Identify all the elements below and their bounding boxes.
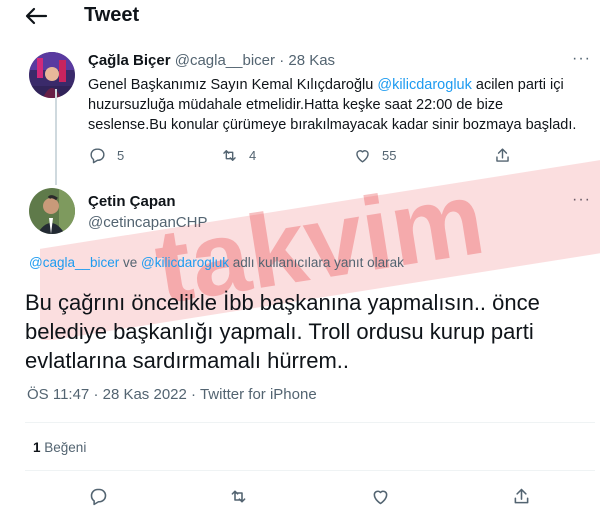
parent-text-line1-prefix: Genel Başkanımız Sayın Kemal Kılıçdaroğl…	[88, 77, 378, 93]
parent-tweet-text: Genel Başkanımız Sayın Kemal Kılıçdaroğl…	[88, 75, 603, 135]
tweet-meta-separator-2: ·	[191, 386, 197, 403]
parent-reply-button[interactable]: 5	[88, 146, 124, 165]
parent-retweet-button[interactable]: 4	[220, 146, 256, 165]
like-stat[interactable]: 1 Beğeni	[33, 440, 86, 455]
share-icon	[496, 148, 509, 162]
divider-1	[25, 422, 595, 423]
heart-icon	[373, 490, 388, 505]
reply-to-ve: ve	[119, 255, 142, 270]
back-arrow-icon[interactable]	[22, 5, 50, 27]
divider-2	[25, 470, 595, 471]
parent-more-icon[interactable]: ···	[572, 50, 591, 68]
main-author-handle[interactable]: @cetincapanCHP	[88, 214, 207, 231]
parent-text-line1-suffix: acilen parti içi	[471, 77, 564, 93]
parent-text-line3: seslense.Bu konular çürümeye bırakılmaya…	[88, 117, 577, 133]
reply-to-mention-kilicdarogluk[interactable]: @kilicdarogluk	[141, 255, 229, 270]
parent-like-button[interactable]: 55	[353, 146, 396, 165]
main-tweet-text: Bu çağrını öncelikle İbb başkanına yapma…	[25, 288, 595, 375]
heart-icon	[356, 150, 369, 163]
parent-share-button[interactable]	[493, 146, 512, 165]
main-more-icon[interactable]: ···	[572, 191, 591, 209]
tweet-meta-separator-1: ·	[93, 386, 99, 403]
tweet-meta: ÖS 11:47 · 28 Kas 2022 · Twitter for iPh…	[27, 386, 317, 403]
parent-retweet-count: 4	[249, 148, 257, 163]
parent-author-handle[interactable]: @cagla__bicer	[175, 52, 275, 69]
parent-separator: ·	[279, 52, 285, 69]
main-text-line2: belediye başkanlığı yapmalı. Troll ordus…	[25, 319, 534, 344]
retweet-icon	[231, 490, 246, 503]
main-tweet-avatar[interactable]	[29, 188, 75, 234]
reply-icon	[90, 488, 107, 506]
main-share-button[interactable]	[511, 486, 532, 507]
parent-author-name[interactable]: Çağla Biçer	[88, 52, 171, 69]
thread-connector-line	[55, 89, 57, 185]
retweet-icon	[223, 150, 236, 161]
main-text-line3: evlatlarına sardırmamalı hürrem..	[25, 348, 349, 373]
parent-tweet-avatar[interactable]	[29, 52, 75, 98]
parent-text-line2: huzursuzluğa müdahale etmelidir.Hatta ke…	[88, 97, 504, 113]
like-stat-count: 1	[33, 440, 41, 455]
tweet-time[interactable]: ÖS 11:47	[27, 386, 89, 403]
main-like-button[interactable]	[370, 486, 391, 507]
main-text-line1: Bu çağrını öncelikle İbb başkanına yapma…	[25, 290, 540, 315]
reply-icon	[90, 148, 105, 164]
reply-to-suffix: adlı kullanıcılara yanıt olarak	[229, 255, 404, 270]
page-title: Tweet	[84, 4, 140, 26]
parent-like-count: 55	[382, 148, 397, 163]
parent-reply-count: 5	[117, 148, 125, 163]
like-stat-label: Beğeni	[44, 440, 87, 455]
reply-to-mention-cagla[interactable]: @cagla__bicer	[29, 255, 119, 270]
main-reply-button[interactable]	[88, 486, 109, 507]
tweet-date[interactable]: 28 Kas 2022	[103, 386, 187, 403]
main-author-name[interactable]: Çetin Çapan	[88, 193, 176, 210]
reply-to-line: @cagla__bicer ve @kilicdarogluk adlı kul…	[29, 255, 404, 270]
main-retweet-button[interactable]	[228, 486, 249, 507]
parent-date[interactable]: 28 Kas	[288, 52, 335, 69]
parent-mention-link[interactable]: @kilicdarogluk	[377, 77, 472, 93]
share-icon	[514, 488, 529, 504]
tweet-source[interactable]: Twitter for iPhone	[200, 386, 317, 403]
